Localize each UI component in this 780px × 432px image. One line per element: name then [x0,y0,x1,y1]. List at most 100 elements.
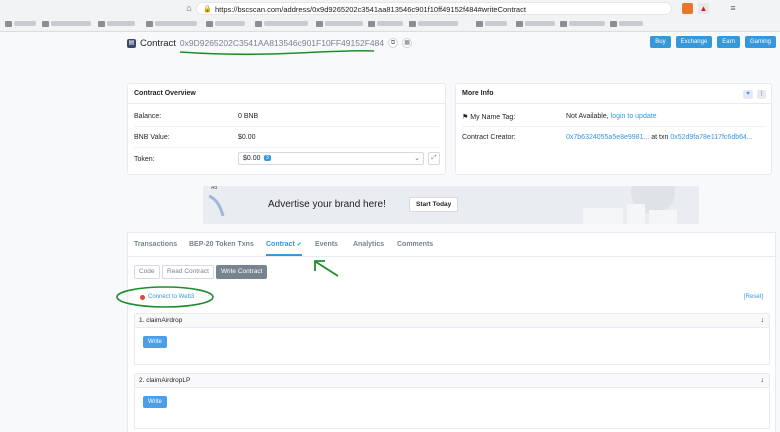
more-options-icon[interactable]: ⋮ [757,90,766,99]
function-name: 2. claimAirdropLP [139,377,191,384]
folder-icon [560,20,567,27]
reset-link[interactable]: [Reset] [744,294,763,300]
bookmark-item[interactable] [255,19,308,28]
annotation-arrow [314,260,339,277]
contract-overview-card: Contract Overview Balance: 0 BNB BNB Val… [127,83,446,175]
card-heading: Contract Overview [128,84,445,104]
contract-address[interactable]: 0x9D9265202C3541AA813546c901F10FF49152F4… [180,38,384,48]
copy-icon[interactable]: ⧉ [388,38,399,48]
bookmark-item[interactable] [316,19,363,28]
folder-icon [146,20,153,27]
folder-icon [476,20,483,27]
token-label: Token: [134,156,155,163]
balance-label: Balance: [134,113,162,120]
read-contract-button[interactable]: Read Contract [162,265,214,279]
folder-icon [5,20,12,27]
divider [134,126,439,127]
contract-icon: ▤ [127,38,136,48]
annotation-underline [179,49,375,56]
bookmark-item[interactable] [516,19,555,28]
folder-icon [98,20,105,27]
bookmark-item[interactable] [409,19,458,28]
function-card: 2. claimAirdropLP ↓ Write [134,373,770,429]
tag-icon: ⚑ [462,114,469,121]
token-value: $0.00 [243,155,261,162]
expand-icon[interactable]: ⤢ [428,152,440,165]
write-button[interactable]: Write [143,396,167,408]
tab-contract[interactable]: Contract ✔ [266,241,302,256]
creator-label: Contract Creator: [462,134,516,141]
url-text: https://bscscan.com/address/0x9d9265202c… [215,5,526,14]
bookmark-item[interactable] [42,19,91,28]
arrow-down-icon: ↓ [760,377,765,384]
folder-icon [409,20,416,27]
function-header[interactable]: 2. claimAirdropLP ↓ [135,374,769,388]
browser-chrome: ⌂ 🔒 https://bscscan.com/address/0x9d9265… [0,0,780,32]
divider [462,126,765,127]
function-card: 1. claimAirdrop ↓ Write [134,313,770,365]
tab-events[interactable]: Events [315,241,338,248]
bookmarks-bar [0,17,780,31]
earn-button[interactable]: Earn [717,36,740,48]
token-dropdown[interactable]: $0.00 3 ⌄ [238,152,424,165]
buy-button[interactable]: Buy [650,36,671,48]
code-button[interactable]: Code [134,265,160,279]
contract-panel: Transactions BEP-20 Token Txns Contract … [116,232,777,432]
folder-icon [610,20,617,27]
address-bar[interactable]: 🔒 https://bscscan.com/address/0x9d926520… [196,2,672,15]
ad-text: Advertise your brand here! [268,199,386,210]
bookmark-item[interactable] [5,19,36,28]
tab-transactions[interactable]: Transactions [134,241,177,248]
menu-icon[interactable]: ≡ [728,3,738,13]
card-heading: More Info [456,84,771,104]
page-title: Contract [140,37,176,49]
balance-value: 0 BNB [238,113,259,120]
bookmark-item[interactable] [368,19,403,28]
start-today-button[interactable]: Start Today [409,197,459,212]
exchange-button[interactable]: Exchange [675,36,713,48]
tab-comments[interactable]: Comments [397,241,433,248]
bnb-value: $0.00 [238,134,256,141]
bnb-value-label: BNB Value: [134,134,170,141]
creator-txn-link[interactable]: 0x52d9fa78e117fc6db64... [670,134,752,141]
ad-logo-icon [208,194,225,217]
folder-icon [516,20,523,27]
tab-bar: Transactions BEP-20 Token Txns Contract … [128,233,777,257]
creator-value: 0x7b6324055a5e8e9981... at txn 0x52d9fa7… [566,134,753,141]
folder-icon [368,20,375,27]
gaming-button[interactable]: Gaming [744,36,776,48]
tab-bep20-token-txns[interactable]: BEP-20 Token Txns [189,241,254,248]
bookmark-item[interactable] [146,19,197,28]
bookmark-item[interactable] [610,19,643,28]
name-tag-label: ⚑ My Name Tag: [462,114,516,121]
ad-banner[interactable]: Ad Advertise your brand here! Start Toda… [203,186,699,224]
folder-icon [206,20,213,27]
write-contract-button[interactable]: Write Contract [216,265,268,279]
name-tag-value: Not Available, login to update [566,113,657,120]
function-header[interactable]: 1. claimAirdrop ↓ [135,314,769,328]
qr-code-icon[interactable]: ▦ [402,38,413,48]
home-icon[interactable]: ⌂ [184,3,194,13]
heart-icon[interactable]: ♥ [743,90,753,99]
token-count-badge: 3 [264,155,271,161]
arrow-down-icon: ↓ [760,317,765,324]
tab-analytics[interactable]: Analytics [353,241,384,248]
bookmark-item[interactable] [560,19,605,28]
write-button[interactable]: Write [143,336,167,348]
divider [134,147,439,148]
annotation-circle [116,286,214,308]
bookmark-item[interactable] [476,19,507,28]
verified-check-icon: ✔ [296,242,302,248]
rewards-icon[interactable]: ▲ [698,3,709,14]
ad-illustration [583,186,677,224]
folder-icon [316,20,323,27]
creator-address-link[interactable]: 0x7b6324055a5e8e9981... [566,134,649,141]
login-link[interactable]: login to update [611,113,657,120]
more-info-card: More Info ♥ ⋮ ⚑ My Name Tag: Not Availab… [455,83,772,175]
bookmark-item[interactable] [98,19,135,28]
bookmark-item[interactable] [206,19,245,28]
brave-shield-icon[interactable] [682,3,693,14]
browser-toolbar: ⌂ 🔒 https://bscscan.com/address/0x9d9265… [0,1,780,17]
page: ▤ Contract 0x9D9265202C3541AA813546c901F… [0,32,780,432]
chevron-down-icon: ⌄ [414,155,420,162]
